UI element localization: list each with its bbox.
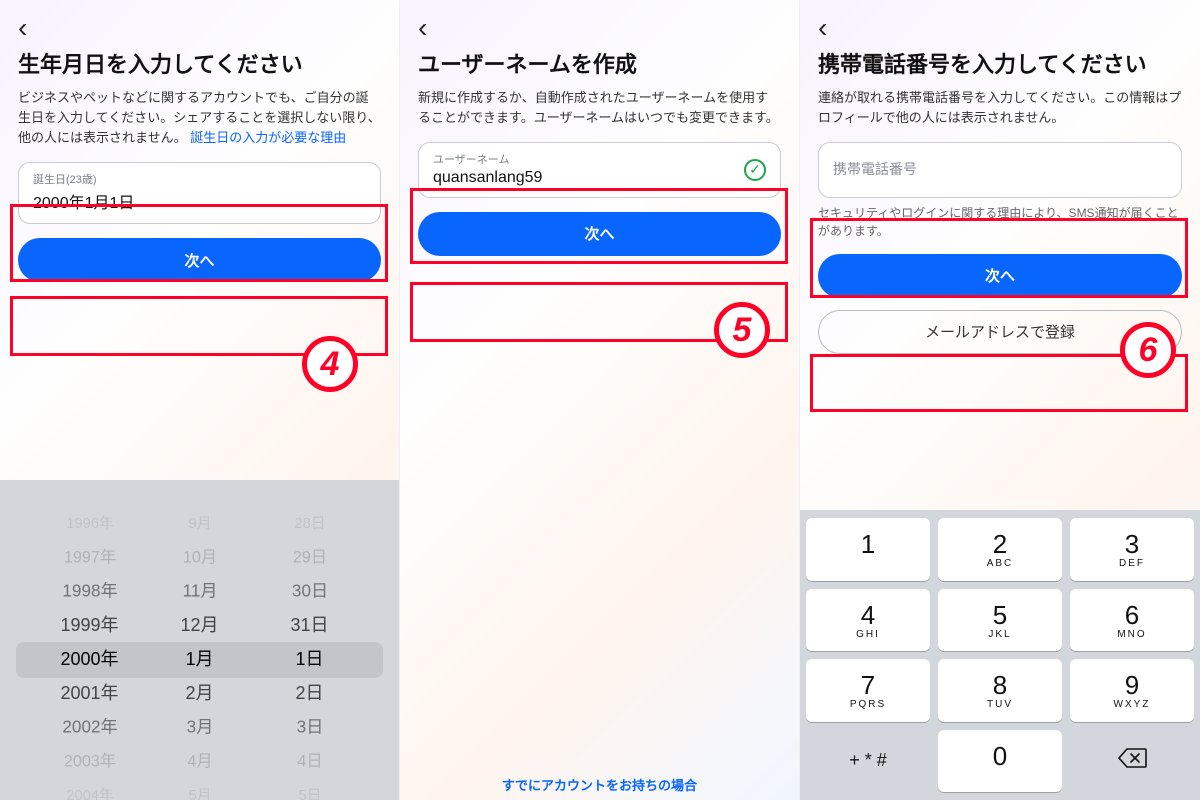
keypad-8[interactable]: 8TUV <box>938 659 1062 722</box>
keypad-backspace[interactable] <box>1070 730 1194 793</box>
sms-note: セキュリティやログインに関する理由により、SMS通知が届くことがあります。 <box>818 204 1182 240</box>
username-field[interactable]: ユーザーネーム quansanlang59 ✓ <box>418 142 781 198</box>
keypad-0[interactable]: 0 <box>938 730 1062 793</box>
annotation-box <box>810 354 1188 412</box>
birthday-field-value: 2000年1月1日 <box>33 189 366 213</box>
back-button[interactable]: ‹ <box>818 14 1182 42</box>
annotation-box <box>410 282 788 342</box>
screen-phone: ‹ 携帯電話番号を入力してください 連絡が取れる携帯電話番号を入力してください。… <box>800 0 1200 800</box>
check-icon: ✓ <box>744 159 766 181</box>
keypad-6[interactable]: 6MNO <box>1070 589 1194 652</box>
keypad-1[interactable]: 1 <box>806 518 930 581</box>
birthday-reason-link[interactable]: 誕生日の入力が必要な理由 <box>190 130 346 145</box>
next-button[interactable]: 次へ <box>418 212 781 256</box>
already-have-account-link[interactable]: すでにアカウントをお持ちの場合 <box>400 775 799 794</box>
numeric-keypad: 1 2ABC 3DEF 4GHI 5JKL 6MNO 7PQRS 8TUV 9W… <box>800 510 1200 800</box>
page-title: 生年月日を入力してください <box>18 50 381 80</box>
month-column[interactable]: 9月 10月 11月 12月 1月 2月 3月 4月 5月 <box>150 506 250 800</box>
keypad-5[interactable]: 5JKL <box>938 589 1062 652</box>
step-badge-5: 5 <box>714 302 770 358</box>
keypad-4[interactable]: 4GHI <box>806 589 930 652</box>
screen-username: ‹ ユーザーネームを作成 新規に作成するか、自動作成されたユーザーネームを使用す… <box>400 0 800 800</box>
next-button[interactable]: 次へ <box>18 238 381 282</box>
username-field-label: ユーザーネーム <box>433 151 766 167</box>
back-button[interactable]: ‹ <box>418 14 781 42</box>
keypad-2[interactable]: 2ABC <box>938 518 1062 581</box>
phone-field-placeholder: 携帯電話番号 <box>833 151 1167 187</box>
backspace-icon <box>1117 747 1147 774</box>
keypad-9[interactable]: 9WXYZ <box>1070 659 1194 722</box>
page-title: ユーザーネームを作成 <box>418 50 781 80</box>
back-button[interactable]: ‹ <box>18 14 381 42</box>
page-title: 携帯電話番号を入力してください <box>818 50 1182 80</box>
page-description: ビジネスやペットなどに関するアカウントでも、ご自分の誕生日を入力してください。シ… <box>18 88 381 148</box>
keypad-symbols[interactable]: + * # <box>806 730 930 793</box>
next-button[interactable]: 次へ <box>818 254 1182 298</box>
screen-birthday: ‹ 生年月日を入力してください ビジネスやペットなどに関するアカウントでも、ご自… <box>0 0 400 800</box>
keypad-7[interactable]: 7PQRS <box>806 659 930 722</box>
username-field-value: quansanlang59 <box>433 169 766 187</box>
birthday-field-label: 誕生日(23歳) <box>33 171 366 187</box>
birthday-field[interactable]: 誕生日(23歳) 2000年1月1日 <box>18 162 381 224</box>
phone-field[interactable]: 携帯電話番号 <box>818 142 1182 198</box>
page-description: 連絡が取れる携帯電話番号を入力してください。この情報はプロフィールで他の人には表… <box>818 88 1182 128</box>
day-column[interactable]: 28日 29日 30日 31日 1日 2日 3日 4日 5日 <box>260 506 360 800</box>
page-description: 新規に作成するか、自動作成されたユーザーネームを使用することができます。ユーザー… <box>418 88 781 128</box>
date-picker[interactable]: 1996年 1997年 1998年 1999年 2000年 2001年 2002… <box>0 480 399 800</box>
step-badge-4: 4 <box>302 336 358 392</box>
register-with-email-button[interactable]: メールアドレスで登録 <box>818 310 1182 354</box>
annotation-box <box>10 296 388 356</box>
keypad-3[interactable]: 3DEF <box>1070 518 1194 581</box>
year-column[interactable]: 1996年 1997年 1998年 1999年 2000年 2001年 2002… <box>40 506 140 800</box>
